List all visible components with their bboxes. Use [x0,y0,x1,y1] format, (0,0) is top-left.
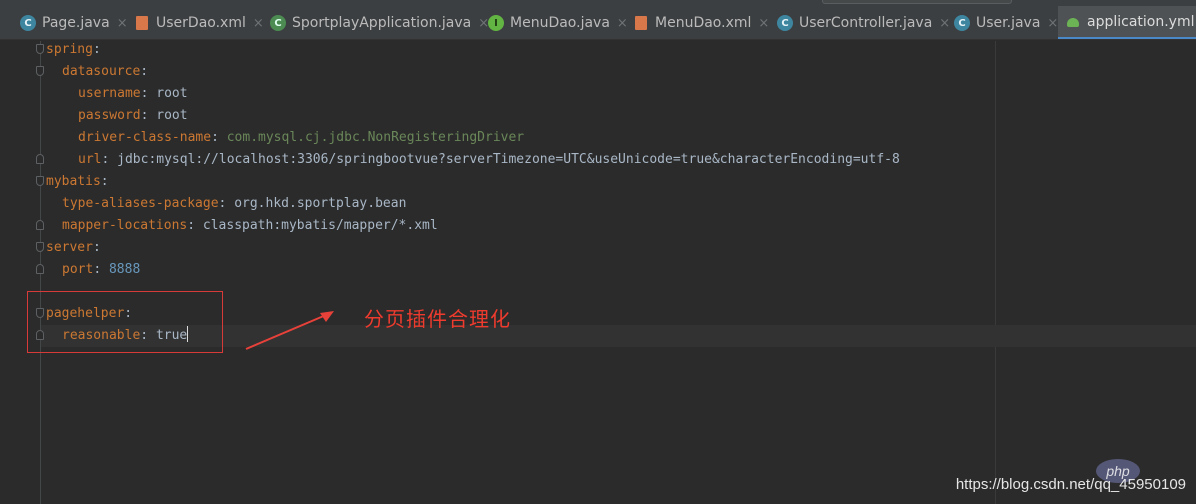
yaml-sep: : [140,86,157,101]
code-line[interactable]: spring: [46,39,101,61]
yaml-sep: : [93,262,109,277]
yaml-sep: : [218,196,235,211]
close-icon[interactable]: × [617,16,628,31]
editor-tab-bar: C Page.java × UserDao.xml × C SportplayA… [0,6,1196,40]
yaml-sep: : [187,218,203,233]
fold-end-icon[interactable] [36,220,44,230]
tab-label: Page.java [42,15,110,31]
xml-file-icon [633,15,649,31]
yaml-sep: : [100,174,109,189]
java-class-icon: C [954,15,970,31]
yaml-key: password [78,108,141,123]
code-line[interactable]: server: [46,237,101,259]
yaml-key: driver-class-name [78,130,212,145]
yaml-key: port [62,262,94,277]
tab-userdao-xml[interactable]: UserDao.xml × [134,6,264,39]
fold-icon[interactable] [36,242,44,252]
java-class-icon: C [777,15,793,31]
tab-label: UserDao.xml [156,15,246,31]
right-margin-guide [995,41,996,504]
yaml-key: username [78,86,141,101]
tab-sportplayapplication-java[interactable]: C SportplayApplication.java × [270,6,489,39]
spring-boot-class-icon: C [270,15,286,31]
tab-label: application.yml [1087,13,1195,30]
xml-file-icon [134,15,150,31]
yaml-key: spring [46,42,93,57]
code-line[interactable]: mapper-locations: classpath:mybatis/mapp… [62,215,438,237]
tab-page-java[interactable]: C Page.java × [20,6,128,39]
tab-user-java[interactable]: C User.java × [954,6,1058,39]
tab-usercontroller-java[interactable]: C UserController.java × [777,6,950,39]
yaml-value: com.mysql.cj.jdbc.NonRegisteringDriver [226,130,525,145]
tab-label: SportplayApplication.java [292,15,472,31]
watermark-url: https://blog.csdn.net/qq_45950109 [955,476,1186,493]
tab-label: UserController.java [799,15,933,31]
run-config-selector[interactable] [822,0,1012,4]
yaml-key: mybatis [46,174,101,189]
fold-icon[interactable] [36,66,44,76]
yaml-value: jdbc:mysql://localhost:3306/springbootvu… [117,152,900,167]
fold-end-icon[interactable] [36,264,44,274]
yaml-file-icon [1066,14,1082,30]
close-icon[interactable]: × [253,16,264,31]
yaml-value: root [156,108,188,123]
yaml-key: mapper-locations [62,218,188,233]
code-line[interactable]: driver-class-name: com.mysql.cj.jdbc.Non… [78,127,524,149]
tab-label: User.java [976,15,1041,31]
yaml-key: datasource [62,64,141,79]
code-line[interactable]: type-aliases-package: org.hkd.sportplay.… [62,193,406,215]
java-interface-icon: I [488,15,504,31]
tab-label: MenuDao.xml [655,15,752,31]
tab-menudao-java[interactable]: I MenuDao.java × [488,6,628,39]
code-line[interactable]: mybatis: [46,171,109,193]
yaml-value: classpath:mybatis/mapper/*.xml [202,218,438,233]
close-icon[interactable]: × [117,16,128,31]
yaml-sep: : [92,240,101,255]
fold-icon[interactable] [36,176,44,186]
fold-icon[interactable] [36,44,44,54]
tab-label: MenuDao.java [510,15,610,31]
yaml-key: url [78,152,102,167]
close-icon[interactable]: × [758,16,769,31]
code-line[interactable]: datasource: [62,61,148,83]
yaml-sep: : [211,130,227,145]
fold-end-icon[interactable] [36,154,44,164]
tab-menudao-xml[interactable]: MenuDao.xml × [633,6,769,39]
yaml-sep: : [92,42,101,57]
annotation-note: 分页插件合理化 [364,307,511,331]
code-line[interactable]: username: root [78,83,188,105]
close-icon[interactable]: × [939,16,950,31]
annotation-highlight-box [27,291,223,353]
yaml-sep: : [101,152,118,167]
code-editor[interactable]: spring: datasource: username: root passw… [0,41,1196,504]
annotation-arrow-icon [245,311,334,350]
code-line[interactable]: url: jdbc:mysql://localhost:3306/springb… [78,149,900,171]
java-class-icon: C [20,15,36,31]
yaml-key: type-aliases-package [62,196,219,211]
yaml-key: server [46,240,93,255]
yaml-value: 8888 [108,262,141,277]
yaml-value: org.hkd.sportplay.bean [234,196,407,211]
yaml-sep: : [140,64,149,79]
tab-application-yml[interactable]: application.yml [1058,6,1196,39]
close-icon[interactable]: × [1047,16,1058,31]
yaml-sep: : [140,108,157,123]
yaml-value: root [156,86,188,101]
code-line[interactable]: password: root [78,105,188,127]
code-line[interactable]: port: 8888 [62,259,140,281]
